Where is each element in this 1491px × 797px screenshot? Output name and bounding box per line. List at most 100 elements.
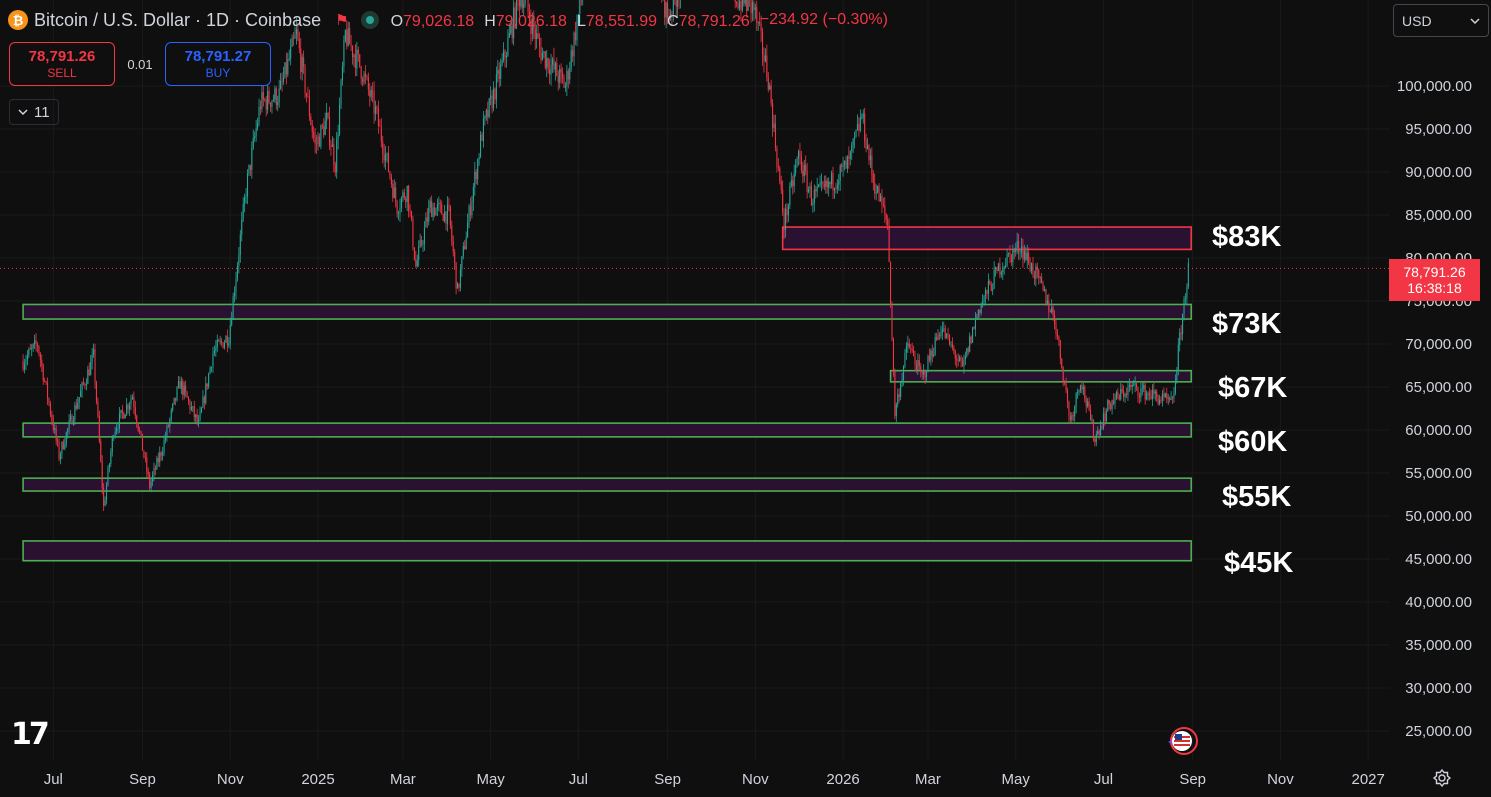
candle-body xyxy=(951,343,953,348)
currency-select[interactable]: USD xyxy=(1393,4,1489,37)
candle xyxy=(206,383,208,391)
candle xyxy=(469,197,472,222)
candle xyxy=(137,423,139,433)
candle-body xyxy=(809,186,811,190)
candle-body xyxy=(291,38,293,47)
candle xyxy=(859,109,861,133)
candle-body xyxy=(327,112,329,118)
candle-body xyxy=(71,415,73,425)
candle xyxy=(251,141,253,179)
candle-body xyxy=(451,225,453,242)
candle xyxy=(1041,273,1043,284)
candle xyxy=(498,61,500,88)
candle xyxy=(265,95,267,117)
candle xyxy=(166,423,168,442)
candle-body xyxy=(241,219,243,235)
candle xyxy=(254,131,256,143)
candle xyxy=(869,148,871,168)
candle-body xyxy=(1171,397,1174,399)
candle-body xyxy=(1056,333,1058,337)
candle-body xyxy=(363,73,365,83)
candle-body xyxy=(320,125,322,147)
candle xyxy=(353,53,355,67)
flag-icon[interactable]: ⚑ xyxy=(335,11,348,29)
candle-body xyxy=(274,88,276,100)
candle xyxy=(367,72,369,96)
candle-body xyxy=(448,204,450,206)
candle-body xyxy=(1038,269,1040,278)
market-status-icon[interactable] xyxy=(360,11,379,29)
gear-icon[interactable] xyxy=(1432,768,1452,788)
candle-body xyxy=(1041,277,1043,283)
candle-body xyxy=(984,290,987,296)
candle xyxy=(337,124,339,150)
candle xyxy=(891,301,893,342)
candle xyxy=(1170,391,1172,401)
candle-body xyxy=(78,396,80,403)
candle-body xyxy=(1064,382,1066,384)
candle xyxy=(134,400,136,420)
candle xyxy=(341,61,344,86)
candle-body xyxy=(418,246,420,261)
zone-label-60k: $60K xyxy=(1218,426,1288,458)
candle xyxy=(996,266,998,274)
candle-body xyxy=(979,309,981,313)
candle xyxy=(239,229,241,263)
candle xyxy=(770,79,772,107)
candle-body xyxy=(851,144,853,152)
candle xyxy=(143,450,145,459)
candle xyxy=(98,410,100,444)
us-flag-event-icon[interactable] xyxy=(1166,726,1202,756)
candle xyxy=(80,384,82,398)
candle-body xyxy=(385,154,387,161)
candle xyxy=(947,327,949,341)
candle-body xyxy=(390,176,392,184)
candle-body xyxy=(498,69,500,79)
candle-body xyxy=(1016,241,1018,248)
price-zone-73k xyxy=(22,303,1193,320)
candle xyxy=(123,411,125,419)
candle-body xyxy=(432,207,434,218)
candle-body xyxy=(839,165,841,181)
candle xyxy=(29,343,31,350)
candle xyxy=(494,87,496,105)
candle xyxy=(389,170,391,180)
candle-body xyxy=(769,85,771,90)
candle xyxy=(1068,400,1070,423)
candle-body xyxy=(973,327,975,329)
candle xyxy=(246,169,249,205)
candle-body xyxy=(1020,246,1023,253)
candle-body xyxy=(209,367,211,374)
candle-body xyxy=(34,340,36,345)
ohlc-low: L78,551.99 xyxy=(576,12,658,30)
candle-body xyxy=(963,359,965,367)
candle-body xyxy=(800,156,802,171)
sell-button[interactable]: 78,791.26 SELL xyxy=(9,42,115,86)
candle-body xyxy=(564,86,566,88)
buy-button[interactable]: 78,791.27 BUY xyxy=(165,42,271,86)
candle-body xyxy=(776,147,778,167)
symbol-title[interactable]: Bitcoin / U.S. Dollar · 1D · Coinbase xyxy=(34,10,321,31)
indicators-toggle-button[interactable]: 11 xyxy=(9,99,59,125)
candle xyxy=(1058,335,1060,346)
candle xyxy=(812,198,814,213)
candle xyxy=(64,438,66,451)
candle xyxy=(160,451,162,461)
candle xyxy=(1114,393,1116,410)
candle xyxy=(559,64,561,89)
candle xyxy=(199,406,201,422)
tradingview-logo-icon[interactable]: 17 xyxy=(11,717,50,752)
candle xyxy=(556,57,558,77)
candle-body xyxy=(123,412,125,419)
candle-body xyxy=(370,90,372,97)
candle-body xyxy=(182,381,184,396)
candle-body xyxy=(26,355,28,361)
candle-body xyxy=(484,115,486,119)
candle xyxy=(902,364,905,386)
candle xyxy=(304,63,306,99)
candle xyxy=(1121,384,1123,394)
candle xyxy=(1018,233,1020,260)
candle xyxy=(1062,366,1064,387)
candle xyxy=(451,220,453,247)
candle xyxy=(999,257,1001,279)
